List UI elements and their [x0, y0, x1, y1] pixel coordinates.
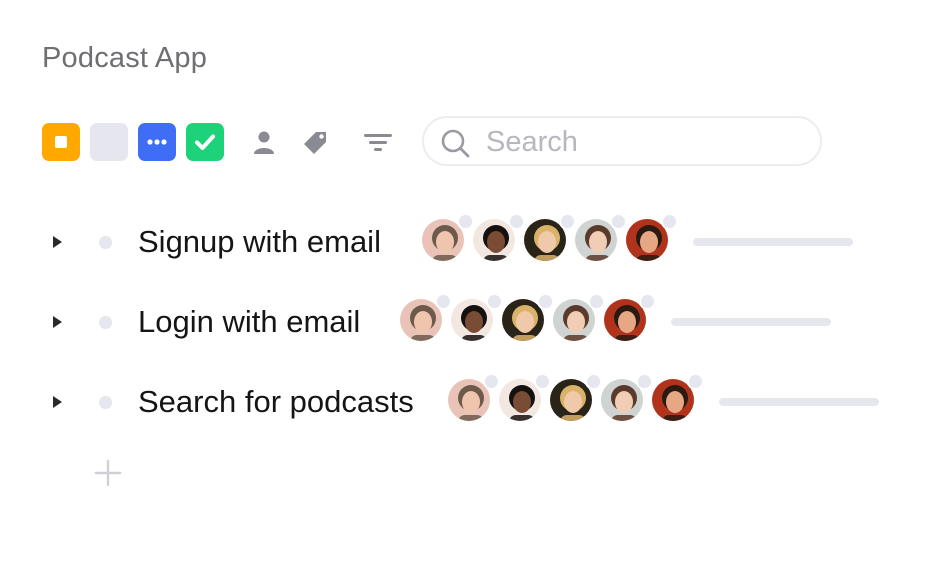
presence-dot — [639, 293, 656, 310]
avatar[interactable] — [599, 373, 653, 423]
expand-arrow-icon[interactable] — [53, 396, 62, 408]
task-label[interactable]: Login with email — [138, 304, 360, 340]
avatar[interactable] — [522, 213, 576, 263]
filter-icon[interactable] — [363, 128, 393, 158]
task-status-dot[interactable] — [99, 316, 112, 329]
task-status-dot[interactable] — [99, 236, 112, 249]
expand-arrow-icon[interactable] — [53, 236, 62, 248]
search-box[interactable] — [422, 116, 822, 166]
more-dots-icon — [147, 139, 167, 145]
avatar[interactable] — [420, 213, 474, 263]
user-icon[interactable] — [249, 128, 279, 158]
search-input[interactable] — [486, 125, 806, 159]
task-label[interactable]: Signup with email — [138, 224, 381, 260]
task-label[interactable]: Search for podcasts — [138, 384, 414, 420]
progress-bar — [671, 318, 831, 326]
avatar[interactable] — [548, 373, 602, 423]
task-row[interactable]: Search for podcasts — [0, 373, 928, 428]
avatar[interactable] — [500, 293, 554, 343]
avatar[interactable] — [398, 293, 452, 343]
avatar[interactable] — [650, 373, 704, 423]
status-filter-in-progress[interactable] — [138, 123, 176, 161]
search-icon — [441, 129, 470, 158]
status-filter-done[interactable] — [186, 123, 224, 161]
status-filter-todo[interactable] — [42, 123, 80, 161]
task-row[interactable]: Login with email — [0, 293, 928, 348]
avatar[interactable] — [471, 213, 525, 263]
progress-bar — [719, 398, 879, 406]
avatar[interactable] — [551, 293, 605, 343]
check-icon — [195, 134, 215, 150]
status-filter-open[interactable] — [90, 123, 128, 161]
toolbar — [42, 116, 842, 168]
presence-dot — [661, 213, 678, 230]
avatar[interactable] — [446, 373, 500, 423]
task-row[interactable]: Signup with email — [0, 213, 928, 268]
progress-bar — [693, 238, 853, 246]
tag-icon[interactable] — [301, 128, 331, 158]
avatar[interactable] — [497, 373, 551, 423]
task-status-dot[interactable] — [99, 396, 112, 409]
expand-arrow-icon[interactable] — [53, 316, 62, 328]
add-task-button[interactable] — [93, 458, 123, 488]
avatar[interactable] — [624, 213, 678, 263]
avatar[interactable] — [602, 293, 656, 343]
avatar[interactable] — [573, 213, 627, 263]
presence-dot — [687, 373, 704, 390]
avatar[interactable] — [449, 293, 503, 343]
page-title: Podcast App — [42, 42, 208, 74]
